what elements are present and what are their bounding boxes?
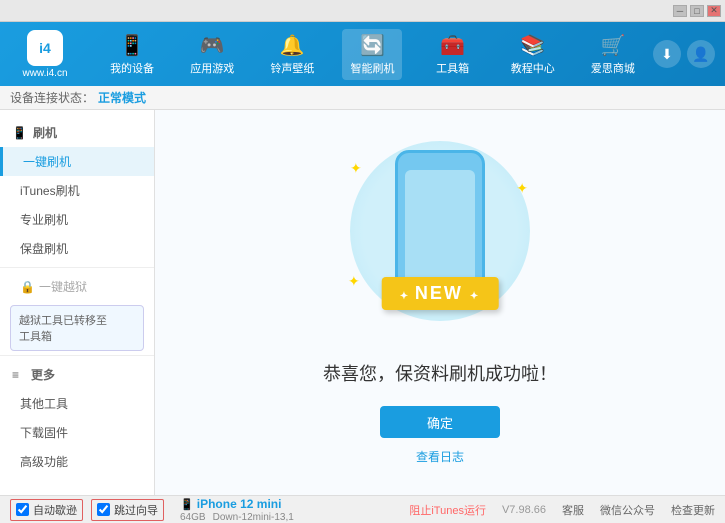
logo-area: i4 www.i4.cn xyxy=(10,30,80,79)
ringtone-icon: 🔔 xyxy=(280,33,305,58)
maximize-button[interactable]: □ xyxy=(690,5,704,17)
nav-item-tutorial[interactable]: 📚 教程中心 xyxy=(503,29,563,80)
check-update-link[interactable]: 检查更新 xyxy=(671,502,715,518)
sparkle-icon-2: ✦ xyxy=(516,180,528,197)
nav-item-app-game[interactable]: 🎮 应用游戏 xyxy=(182,29,242,80)
my-device-icon: 📱 xyxy=(120,33,145,58)
close-button[interactable]: ✕ xyxy=(707,5,721,17)
content-area: ✦ ✦ ✦ NEW 恭喜您，保资料刷机成功啦！ 确定 查看日志 xyxy=(155,110,725,495)
hero-illustration: ✦ ✦ ✦ NEW xyxy=(330,140,550,340)
sidebar-item-itunes-flash[interactable]: iTunes刷机 xyxy=(0,176,154,205)
new-ribbon: NEW xyxy=(382,277,499,310)
status-label: 设备连接状态： xyxy=(10,89,94,106)
sidebar-item-one-key-flash[interactable]: 一键刷机 xyxy=(0,147,154,176)
new-ribbon-text: NEW xyxy=(415,283,463,303)
store-icon: 🛒 xyxy=(600,33,625,58)
nav-label-ringtone: 铃声壁纸 xyxy=(270,60,314,76)
user-button[interactable]: 👤 xyxy=(687,40,715,68)
sidebar-item-other-tools[interactable]: 其他工具 xyxy=(0,389,154,418)
logo-text: www.i4.cn xyxy=(22,68,67,79)
pro-flash-label: 专业刷机 xyxy=(20,213,68,227)
success-message: 恭喜您，保资料刷机成功啦！ xyxy=(323,360,557,386)
nav-label-tutorial: 教程中心 xyxy=(511,60,555,76)
status-bar: 设备连接状态： 正常模式 xyxy=(0,86,725,110)
sidebar-item-advanced[interactable]: 高级功能 xyxy=(0,447,154,476)
nav-label-store: 爱思商城 xyxy=(591,60,635,76)
auto-close-label: 自动歇逊 xyxy=(33,502,77,518)
nav-bar: 📱 我的设备 🎮 应用游戏 🔔 铃声壁纸 🔄 智能刷机 🧰 工具箱 📚 教程中心… xyxy=(92,29,653,80)
divider-1 xyxy=(0,267,154,268)
download-firmware-label: 下载固件 xyxy=(20,426,68,440)
version-text: V7.98.66 xyxy=(502,504,546,516)
skip-wizard-checkbox[interactable] xyxy=(97,503,110,516)
jailbreak-label: 一键越狱 xyxy=(39,278,87,295)
device-info: 📱 iPhone 12 mini 64GB Down-12mini-13,1 xyxy=(180,497,294,523)
more-section-icon: ≡ xyxy=(12,368,19,382)
header: i4 www.i4.cn 📱 我的设备 🎮 应用游戏 🔔 铃声壁纸 🔄 智能刷机… xyxy=(0,22,725,86)
nav-label-app-game: 应用游戏 xyxy=(190,60,234,76)
jailbreak-info-text: 越狱工具已转移至 工具箱 xyxy=(19,315,107,343)
sidebar-item-save-flash[interactable]: 保盘刷机 xyxy=(0,234,154,263)
itunes-flash-label: iTunes刷机 xyxy=(20,184,80,198)
bottom-right: 阻止iTunes运行 V7.98.66 客服 微信公众号 检查更新 xyxy=(409,502,715,518)
lock-icon: 🔒 xyxy=(20,280,35,294)
auto-close-group[interactable]: 自动歇逊 xyxy=(10,499,83,521)
advanced-label: 高级功能 xyxy=(20,455,68,469)
sidebar-section-more: ≡ 更多 xyxy=(0,360,154,389)
more-section-label: 更多 xyxy=(31,366,55,383)
skip-wizard-label: 跳过向导 xyxy=(114,502,158,518)
device-storage: 64GB xyxy=(180,512,206,523)
nav-item-toolbox[interactable]: 🧰 工具箱 xyxy=(423,29,483,80)
bottom-bar: 自动歇逊 跳过向导 📱 iPhone 12 mini 64GB Down-12m… xyxy=(0,495,725,523)
titlebar: ─ □ ✕ xyxy=(0,0,725,22)
header-right: ⬇ 👤 xyxy=(653,40,715,68)
nav-item-smart-flash[interactable]: 🔄 智能刷机 xyxy=(342,29,402,80)
sparkle-icon-1: ✦ xyxy=(350,160,362,177)
view-log-link[interactable]: 查看日志 xyxy=(416,448,464,465)
confirm-button[interactable]: 确定 xyxy=(380,406,500,438)
customer-service-link[interactable]: 客服 xyxy=(562,502,584,518)
minimize-button[interactable]: ─ xyxy=(673,5,687,17)
app-game-icon: 🎮 xyxy=(200,33,225,58)
tutorial-icon: 📚 xyxy=(520,33,545,58)
flash-section-label: 刷机 xyxy=(33,124,57,141)
nav-item-my-device[interactable]: 📱 我的设备 xyxy=(102,29,162,80)
jailbreak-info-box: 越狱工具已转移至 工具箱 xyxy=(10,305,144,351)
nav-label-smart-flash: 智能刷机 xyxy=(350,60,394,76)
sidebar-section-flash: 📱 刷机 xyxy=(0,118,154,147)
status-value: 正常模式 xyxy=(98,89,146,106)
sidebar: 📱 刷机 一键刷机 iTunes刷机 专业刷机 保盘刷机 🔒 一键越狱 越狱工具… xyxy=(0,110,155,495)
sidebar-disabled-jailbreak: 🔒 一键越狱 xyxy=(0,272,154,301)
flash-section-icon: 📱 xyxy=(12,126,27,140)
device-firmware: Down-12mini-13,1 xyxy=(213,512,294,523)
other-tools-label: 其他工具 xyxy=(20,397,68,411)
save-flash-label: 保盘刷机 xyxy=(20,242,68,256)
smart-flash-icon: 🔄 xyxy=(360,33,385,58)
sidebar-item-download-firmware[interactable]: 下载固件 xyxy=(0,418,154,447)
main-container: 📱 刷机 一键刷机 iTunes刷机 专业刷机 保盘刷机 🔒 一键越狱 越狱工具… xyxy=(0,110,725,495)
auto-close-checkbox[interactable] xyxy=(16,503,29,516)
phone-screen xyxy=(405,170,475,290)
skip-wizard-group[interactable]: 跳过向导 xyxy=(91,499,164,521)
one-key-flash-label: 一键刷机 xyxy=(23,155,71,169)
device-icon: 📱 xyxy=(180,499,194,511)
stop-itunes-button[interactable]: 阻止iTunes运行 xyxy=(409,502,486,518)
nav-label-my-device: 我的设备 xyxy=(110,60,154,76)
nav-label-toolbox: 工具箱 xyxy=(436,60,469,76)
logo-icon-text: i4 xyxy=(39,40,51,56)
logo-icon: i4 xyxy=(27,30,63,66)
nav-item-ringtone[interactable]: 🔔 铃声壁纸 xyxy=(262,29,322,80)
sidebar-item-pro-flash[interactable]: 专业刷机 xyxy=(0,205,154,234)
wechat-link[interactable]: 微信公众号 xyxy=(600,502,655,518)
sparkle-icon-3: ✦ xyxy=(348,273,360,290)
divider-2 xyxy=(0,355,154,356)
toolbox-icon: 🧰 xyxy=(440,33,465,58)
bottom-left: 自动歇逊 跳过向导 📱 iPhone 12 mini 64GB Down-12m… xyxy=(10,497,409,523)
nav-item-store[interactable]: 🛒 爱思商城 xyxy=(583,29,643,80)
window-controls: ─ □ ✕ xyxy=(673,5,721,17)
download-button[interactable]: ⬇ xyxy=(653,40,681,68)
device-name: iPhone 12 mini xyxy=(197,497,282,511)
